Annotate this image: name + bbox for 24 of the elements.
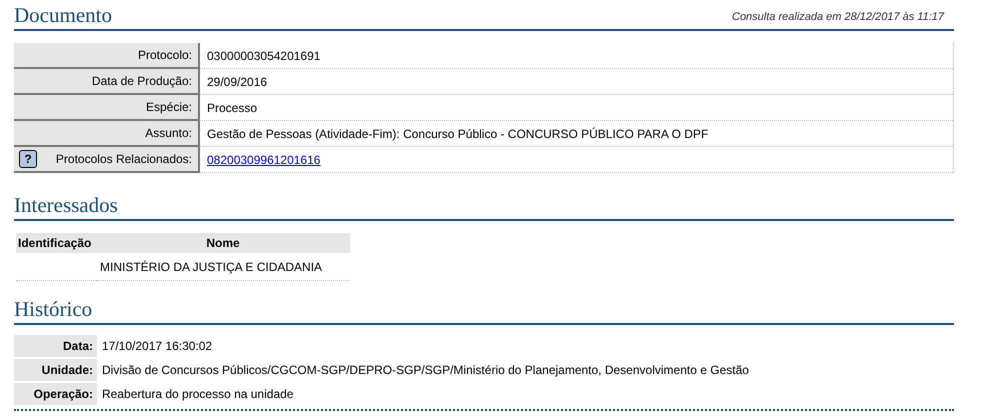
column-header: Identificação: [16, 233, 96, 253]
protocol-link[interactable]: 08200309961201616: [207, 150, 320, 168]
field-label: ? Protocolos Relacionados:: [14, 147, 200, 173]
query-timestamp: Consulta realizada em 28/12/2017 às 11:17: [732, 10, 946, 24]
section-title: Documento: [14, 3, 112, 27]
field-value: Divisão de Concursos Públicos/CGCOM-SGP/DEPRO-SGP/SGP/Ministério do Planejamento, Desenvolvimento e Gestão: [102, 362, 749, 379]
field-value: Gestão de Pessoas (Atividade-Fim): Concurso Público - CONCURSO PÚBLICO PARA O DPF: [207, 126, 708, 142]
field-value: 29/09/2016: [207, 74, 268, 90]
field-label: Espécie:: [14, 95, 200, 121]
help-button[interactable]: ?: [19, 150, 37, 168]
field-value: 03000003054201691: [207, 48, 320, 64]
field-label: Unidade:: [14, 359, 97, 381]
field-label: Data de Produção:: [14, 69, 200, 95]
field-label: Data:: [14, 335, 97, 357]
field-value: Processo: [207, 100, 258, 116]
section-title: Histórico: [14, 297, 92, 321]
field-value: 17/10/2017 16:30:02: [102, 338, 212, 355]
field-value: Reabertura do processo na unidade: [102, 386, 294, 403]
table-cell: MINISTÉRIO DA JUSTIÇA E CIDADANIA: [100, 260, 322, 274]
field-label: Assunto:: [14, 121, 200, 147]
field-label: Operação:: [14, 383, 97, 405]
column-header: Nome: [96, 233, 350, 253]
field-label: Protocolo:: [14, 43, 200, 69]
section-title: Interessados: [14, 193, 118, 217]
